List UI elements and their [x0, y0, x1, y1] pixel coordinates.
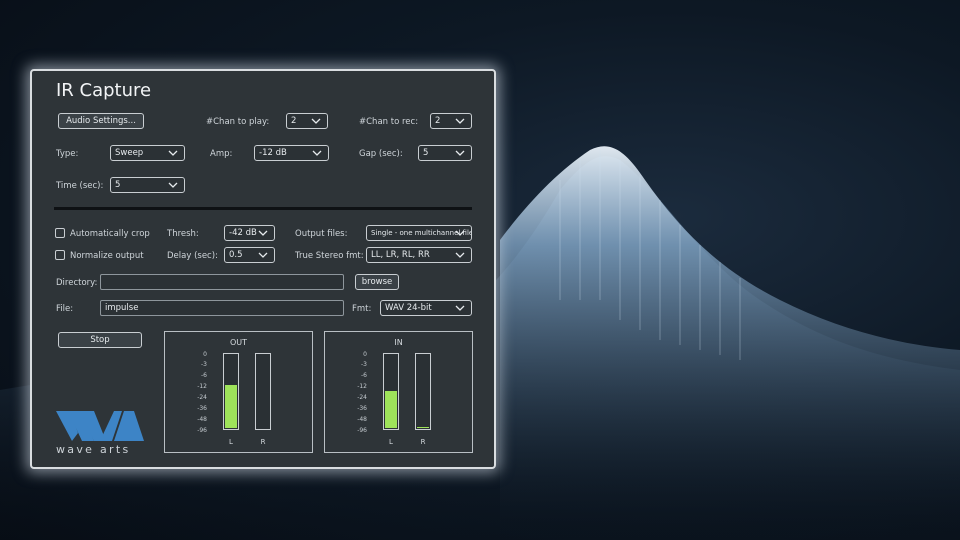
section-divider — [54, 207, 472, 210]
true-stereo-label: True Stereo fmt: — [295, 251, 364, 261]
in-right-label: R — [420, 438, 426, 446]
chan-to-play-label: #Chan to play: — [206, 117, 270, 127]
chevron-down-icon — [455, 150, 465, 156]
ir-capture-panel: IR Capture Audio Settings... #Chan to pl… — [30, 69, 496, 469]
fmt-label: Fmt: — [352, 304, 372, 314]
in-meter-panel: IN 0 -3 -6 -12 -24 -36 -48 -96 L R — [324, 331, 473, 453]
output-files-label: Output files: — [295, 229, 348, 239]
thresh-label: Thresh: — [167, 229, 199, 239]
chan-to-rec-value: 2 — [435, 116, 441, 126]
out-meter-panel: OUT 0 -3 -6 -12 -24 -36 -48 -96 L R — [164, 331, 313, 453]
in-meter-title: IN — [394, 338, 403, 347]
scale-tick: -12 — [197, 383, 207, 390]
thresh-value: -42 dB — [229, 228, 257, 238]
chan-to-play-value: 2 — [291, 116, 297, 126]
chevron-down-icon — [168, 150, 178, 156]
chevron-down-icon — [455, 305, 465, 311]
chevron-down-icon — [168, 182, 178, 188]
normalize-label: Normalize output — [70, 251, 144, 261]
scale-tick: -24 — [197, 394, 207, 401]
fmt-select[interactable]: WAV 24-bit — [380, 300, 472, 316]
chevron-down-icon — [312, 150, 322, 156]
in-right-level — [417, 426, 429, 428]
scale-tick: -24 — [357, 394, 367, 401]
chan-to-play-select[interactable]: 2 — [286, 113, 328, 129]
logo-text: wave arts — [56, 443, 131, 456]
scale-tick: -48 — [357, 416, 367, 423]
chan-to-rec-select[interactable]: 2 — [430, 113, 472, 129]
gap-select[interactable]: 5 — [418, 145, 472, 161]
type-select[interactable]: Sweep — [110, 145, 185, 161]
audio-settings-button[interactable]: Audio Settings... — [58, 113, 144, 129]
type-value: Sweep — [115, 148, 144, 158]
in-scale: 0 -3 -6 -12 -24 -36 -48 -96 — [351, 351, 371, 434]
scale-tick: 0 — [363, 351, 367, 358]
out-scale: 0 -3 -6 -12 -24 -36 -48 -96 — [191, 351, 211, 434]
scale-tick: -96 — [357, 427, 367, 434]
scale-tick: 0 — [203, 351, 207, 358]
gap-value: 5 — [423, 148, 429, 158]
chan-to-rec-label: #Chan to rec: — [359, 117, 419, 127]
panel-title: IR Capture — [56, 80, 152, 101]
out-meter-title: OUT — [229, 338, 248, 347]
chevron-down-icon — [455, 252, 465, 258]
type-label: Type: — [56, 149, 79, 159]
auto-crop-label: Automatically crop — [70, 229, 150, 239]
out-right-label: R — [260, 438, 266, 446]
directory-field[interactable] — [100, 274, 344, 290]
amp-select[interactable]: -12 dB — [254, 145, 329, 161]
time-label: Time (sec): — [56, 181, 104, 191]
thresh-select[interactable]: -42 dB — [224, 225, 275, 241]
in-right-meter — [415, 353, 431, 430]
scale-tick: -96 — [197, 427, 207, 434]
scale-tick: -48 — [197, 416, 207, 423]
browse-button[interactable]: browse — [355, 274, 399, 290]
normalize-checkbox[interactable] — [55, 250, 65, 260]
out-left-meter — [223, 353, 239, 430]
file-label: File: — [56, 304, 74, 314]
scale-tick: -12 — [357, 383, 367, 390]
out-left-level — [225, 384, 237, 428]
scale-tick: -3 — [201, 361, 207, 368]
true-stereo-value: LL, LR, RL, RR — [371, 250, 430, 260]
stop-button[interactable]: Stop — [58, 332, 142, 348]
time-select[interactable]: 5 — [110, 177, 185, 193]
chevron-down-icon — [258, 230, 268, 236]
output-files-select[interactable]: Single - one multichannel file — [366, 225, 472, 241]
scale-tick: -3 — [361, 361, 367, 368]
file-name-field[interactable] — [100, 300, 344, 316]
amp-label: Amp: — [210, 149, 233, 159]
gap-label: Gap (sec): — [359, 149, 403, 159]
auto-crop-checkbox[interactable] — [55, 228, 65, 238]
scale-tick: -6 — [201, 372, 207, 379]
scale-tick: -6 — [361, 372, 367, 379]
in-left-level — [385, 391, 397, 428]
wave-arts-logo-icon — [56, 411, 144, 441]
in-left-label: L — [389, 438, 393, 446]
in-left-meter — [383, 353, 399, 430]
fmt-value: WAV 24-bit — [385, 303, 432, 313]
chevron-down-icon — [455, 230, 465, 236]
chevron-down-icon — [311, 118, 321, 124]
delay-value: 0.5 — [229, 250, 243, 260]
directory-label: Directory: — [56, 278, 98, 288]
scale-tick: -36 — [197, 405, 207, 412]
out-right-meter — [255, 353, 271, 430]
delay-select[interactable]: 0.5 — [224, 247, 275, 263]
amp-value: -12 dB — [259, 148, 287, 158]
chevron-down-icon — [258, 252, 268, 258]
delay-label: Delay (sec): — [167, 251, 218, 261]
true-stereo-select[interactable]: LL, LR, RL, RR — [366, 247, 472, 263]
scale-tick: -36 — [357, 405, 367, 412]
chevron-down-icon — [455, 118, 465, 124]
time-value: 5 — [115, 180, 121, 190]
out-left-label: L — [229, 438, 233, 446]
